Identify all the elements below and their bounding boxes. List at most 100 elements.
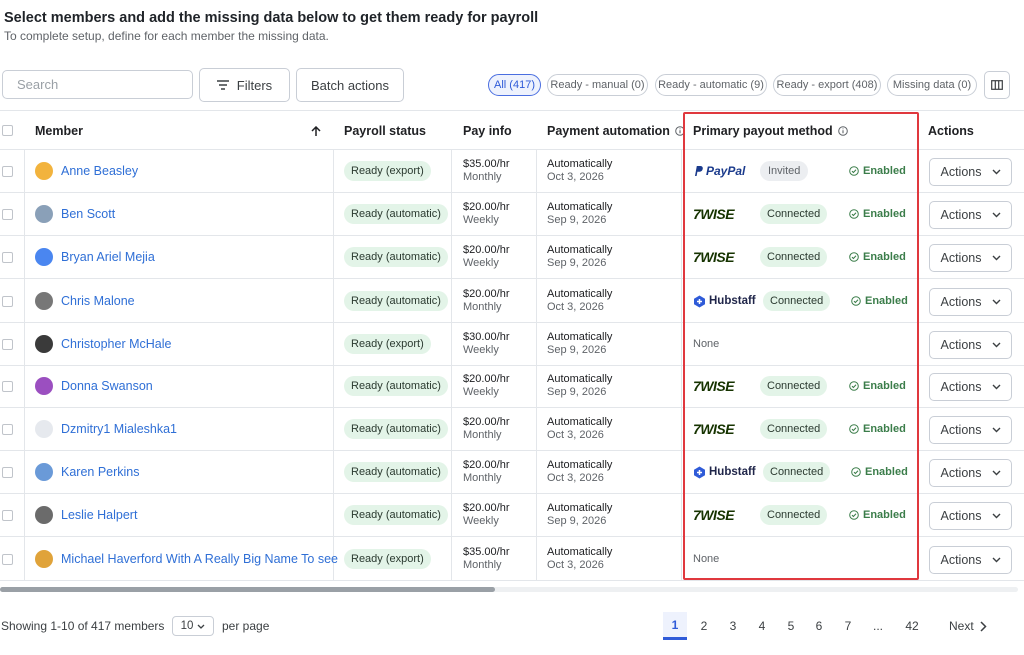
- actions-label: Actions: [940, 422, 982, 437]
- status-badge: Ready (automatic): [344, 204, 448, 224]
- avatar: [35, 377, 53, 395]
- next-page-button[interactable]: Next: [949, 619, 987, 633]
- enabled-status: Enabled: [849, 251, 906, 263]
- columns-icon: [991, 80, 1003, 90]
- check-circle-icon: [849, 510, 859, 520]
- avatar: [35, 292, 53, 310]
- page-number[interactable]: 42: [900, 612, 924, 640]
- table-header: Member Payroll status Pay info Payment a…: [0, 110, 1024, 150]
- row-actions-button[interactable]: Actions: [929, 372, 1012, 401]
- automation-date: Sep 9, 2026: [547, 344, 607, 356]
- row-actions-button[interactable]: Actions: [929, 287, 1012, 316]
- per-page-select[interactable]: 10: [172, 616, 214, 636]
- filters-button[interactable]: Filters: [199, 68, 290, 102]
- automation-mode: Automatically: [547, 330, 613, 343]
- pay-info-cell: $20.00/hr Weekly: [463, 494, 509, 536]
- member-cell: Anne Beasley: [35, 150, 331, 192]
- chip-missing-data[interactable]: Missing data (0): [887, 74, 977, 96]
- row-checkbox[interactable]: [2, 165, 13, 177]
- paypal-logo: PayPal: [693, 164, 745, 178]
- batch-actions-button[interactable]: Batch actions: [296, 68, 404, 102]
- row-actions-button[interactable]: Actions: [929, 458, 1012, 487]
- page-number[interactable]: 3: [721, 612, 745, 640]
- chevron-down-icon: [992, 169, 1000, 174]
- row-actions-button[interactable]: Actions: [929, 200, 1012, 229]
- member-name-link[interactable]: Bryan Ariel Mejia: [61, 250, 155, 264]
- batch-actions-label: Batch actions: [310, 77, 390, 93]
- enabled-cell: Enabled: [849, 408, 906, 450]
- pay-period: Monthly: [463, 472, 502, 484]
- row-actions-button[interactable]: Actions: [929, 501, 1012, 530]
- page-number[interactable]: 7: [836, 612, 860, 640]
- chip-ready-export[interactable]: Ready - export (408): [773, 74, 881, 96]
- chevron-down-icon: [992, 427, 1000, 432]
- pay-rate: $30.00/hr: [463, 330, 510, 343]
- row-actions-button[interactable]: Actions: [929, 415, 1012, 444]
- pay-period: Monthly: [463, 429, 502, 441]
- pay-period: Weekly: [463, 386, 499, 398]
- row-checkbox[interactable]: [2, 380, 13, 392]
- member-name-link[interactable]: Leslie Halpert: [61, 508, 137, 522]
- payout-logo-text: Hubstaff: [709, 295, 756, 307]
- payout-logo-cell: 7WISE: [693, 236, 735, 278]
- page-number[interactable]: 1: [663, 612, 687, 640]
- page-number[interactable]: 2: [692, 612, 716, 640]
- page-number[interactable]: 4: [750, 612, 774, 640]
- info-icon[interactable]: [675, 126, 685, 136]
- chip-ready-automatic[interactable]: Ready - automatic (9): [655, 74, 767, 96]
- row-checkbox[interactable]: [2, 338, 13, 350]
- member-name-link[interactable]: Chris Malone: [61, 294, 135, 308]
- member-name-link[interactable]: Anne Beasley: [61, 164, 138, 178]
- row-checkbox[interactable]: [2, 509, 13, 521]
- status-badge: Ready (automatic): [344, 462, 448, 482]
- payroll-status-cell: Ready (export): [344, 150, 431, 192]
- row-actions-button[interactable]: Actions: [929, 157, 1012, 186]
- status-badge: Ready (export): [344, 549, 431, 569]
- payment-automation-cell: Automatically Sep 9, 2026: [547, 494, 612, 536]
- row-checkbox[interactable]: [2, 208, 13, 220]
- row-actions-button[interactable]: Actions: [929, 243, 1012, 272]
- row-checkbox[interactable]: [2, 466, 13, 478]
- actions-label: Actions: [940, 207, 982, 222]
- wise-logo: 7WISE: [693, 507, 735, 523]
- select-all-checkbox[interactable]: [2, 125, 13, 136]
- member-name-link[interactable]: Christopher McHale: [61, 337, 171, 351]
- search-input[interactable]: [2, 70, 193, 99]
- pagination-footer: Showing 1-10 of 417 members 10 per page …: [0, 612, 1024, 640]
- member-name-link[interactable]: Ben Scott: [61, 207, 115, 221]
- member-column-header[interactable]: Member: [35, 111, 325, 151]
- enabled-cell: Enabled: [849, 494, 906, 536]
- member-name-link[interactable]: Karen Perkins: [61, 465, 140, 479]
- horizontal-scrollbar[interactable]: [0, 587, 1018, 592]
- member-name-link[interactable]: Dzmitry1 Mialeshka1: [61, 422, 177, 436]
- member-name-link[interactable]: Michael Haverford With A Really Big Name…: [61, 552, 338, 566]
- row-checkbox[interactable]: [2, 553, 13, 565]
- page-number[interactable]: 6: [807, 612, 831, 640]
- payout-state-cell: Connected: [760, 193, 828, 235]
- columns-button[interactable]: [984, 71, 1010, 99]
- automation-date: Oct 3, 2026: [547, 429, 604, 441]
- enabled-cell: Enabled: [851, 451, 908, 493]
- member-cell: Donna Swanson: [35, 365, 331, 407]
- payout-state-badge: Connected: [760, 419, 828, 439]
- avatar: [35, 248, 53, 266]
- sort-up-icon[interactable]: [311, 125, 321, 137]
- row-checkbox[interactable]: [2, 251, 13, 263]
- payroll-status-cell: Ready (export): [344, 323, 431, 365]
- row-actions-button[interactable]: Actions: [929, 330, 1012, 359]
- page-number[interactable]: 5: [779, 612, 803, 640]
- info-icon[interactable]: [837, 126, 848, 136]
- row-checkbox[interactable]: [2, 423, 13, 435]
- enabled-label: Enabled: [863, 380, 906, 392]
- chip-ready-manual[interactable]: Ready - manual (0): [547, 74, 648, 96]
- actions-label: Actions: [940, 337, 982, 352]
- scrollbar-thumb[interactable]: [0, 587, 495, 592]
- member-name-link[interactable]: Donna Swanson: [61, 379, 153, 393]
- table-row: Karen Perkins Ready (automatic) $20.00/hr M…: [0, 451, 1024, 494]
- payout-state-badge: Connected: [760, 505, 828, 525]
- chip-all[interactable]: All (417): [488, 74, 541, 96]
- row-actions-button[interactable]: Actions: [929, 545, 1012, 574]
- row-checkbox[interactable]: [2, 295, 13, 307]
- pay-rate: $20.00/hr: [463, 458, 510, 471]
- pay-period: Monthly: [463, 171, 502, 183]
